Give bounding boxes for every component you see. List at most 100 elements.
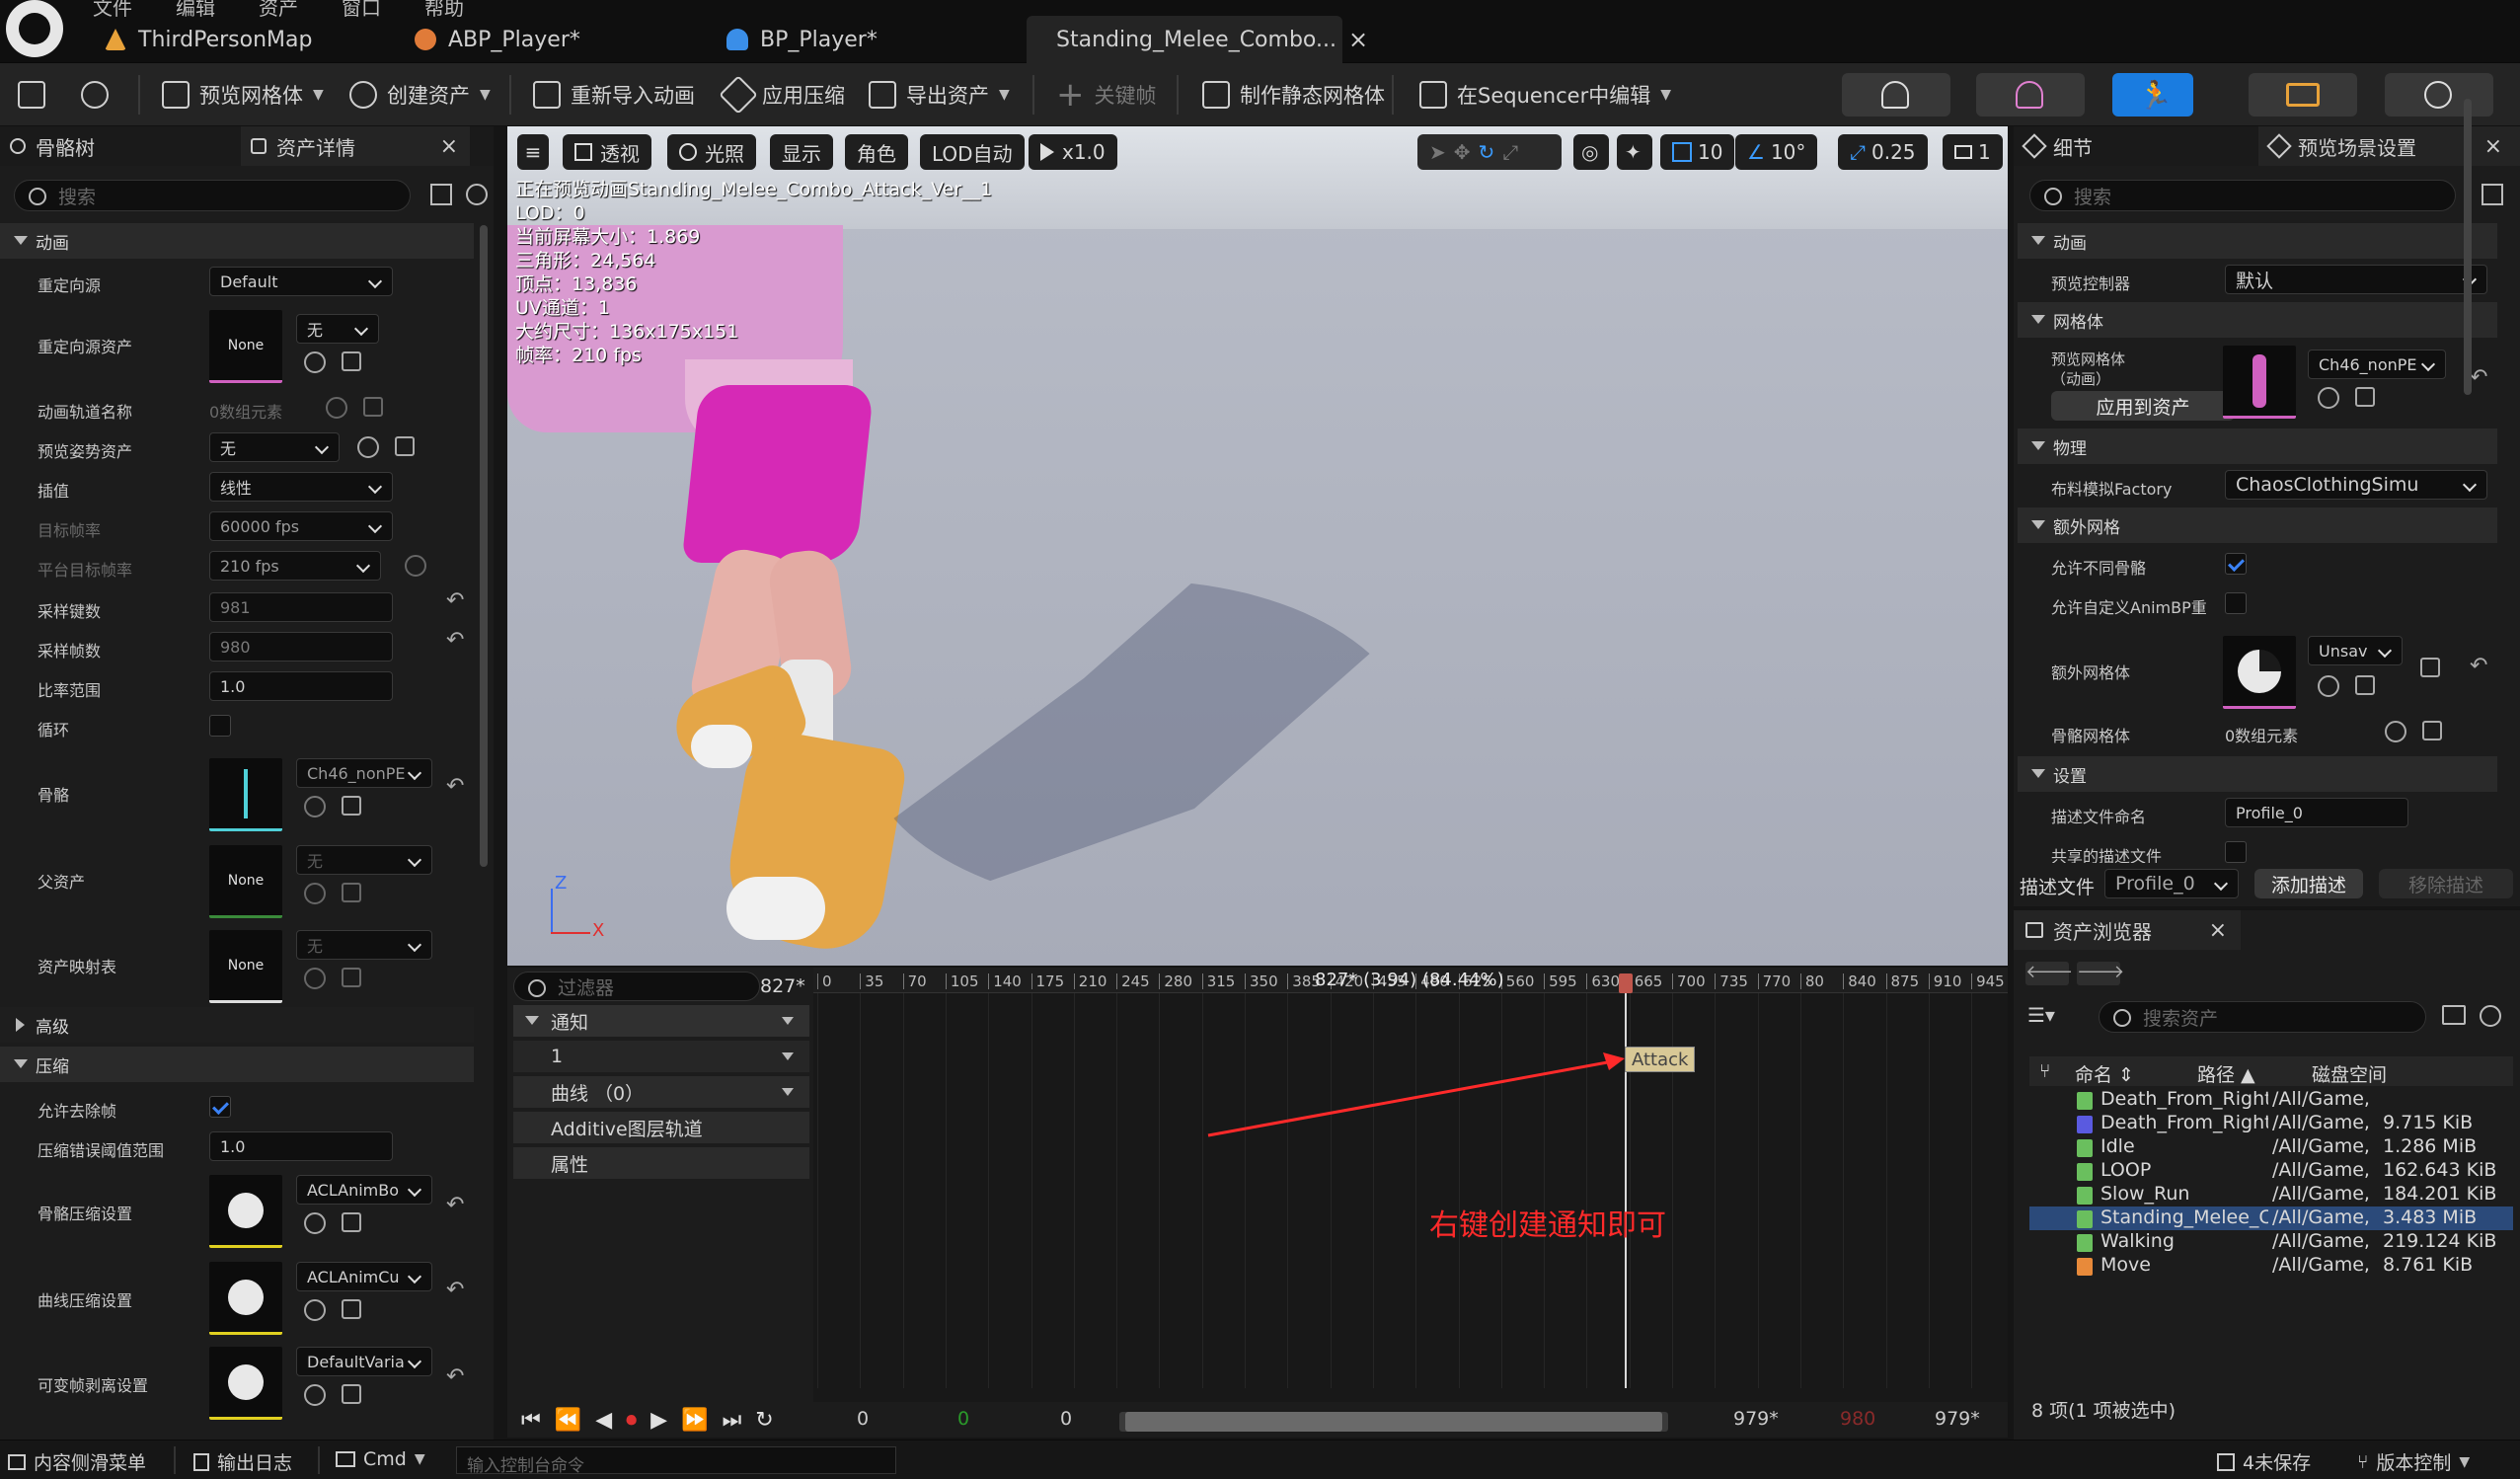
chevron-down-icon[interactable] xyxy=(782,1088,794,1096)
browse-asset-icon[interactable] xyxy=(342,1212,361,1232)
view-range-end[interactable]: 979* xyxy=(1733,1408,1779,1430)
viewport-menu-button[interactable]: ≡ xyxy=(517,134,549,170)
show-button[interactable]: 显示 xyxy=(770,134,833,170)
chevron-down-icon[interactable] xyxy=(782,1052,794,1060)
asset-search-input[interactable]: 搜索资产 xyxy=(2099,1001,2426,1033)
pose-asset-dropdown[interactable]: 无 xyxy=(209,432,340,462)
play-range-start[interactable]: 0 xyxy=(957,1408,969,1430)
browse-asset-icon[interactable] xyxy=(342,1384,361,1404)
back-arrow-icon[interactable]: 🡐 xyxy=(2025,962,2073,985)
loop-icon[interactable]: ↻ xyxy=(755,1408,773,1433)
bone-compression-thumbnail[interactable] xyxy=(209,1175,282,1248)
profile-name-field[interactable]: Profile_0 xyxy=(2225,798,2408,827)
browse-asset-icon[interactable] xyxy=(395,436,415,456)
view-range-start[interactable]: 0 xyxy=(1060,1408,1072,1430)
browse-asset-icon[interactable] xyxy=(2355,387,2375,407)
output-log-button[interactable]: 输出日志 xyxy=(193,1448,292,1475)
add-element-icon[interactable] xyxy=(326,397,347,419)
apply-compression-button[interactable]: 应用压缩 xyxy=(719,73,845,117)
edit-in-sequencer-button[interactable]: 在Sequencer中编辑 ▼ xyxy=(1419,73,1671,117)
lod-button[interactable]: LOD自动 xyxy=(920,134,1025,170)
error-threshold-field[interactable]: 1.0 xyxy=(209,1131,393,1161)
play-range-end[interactable]: 980 xyxy=(1840,1408,1875,1430)
asset-row[interactable]: Standing_Melee_Co /All/Game, 3.483 MiB xyxy=(2029,1207,2513,1230)
track-curves[interactable]: 曲线 （0） xyxy=(513,1076,809,1108)
tab-abp-player[interactable]: ABP_Player* xyxy=(397,16,598,63)
reset-arrow-icon[interactable]: ↶ xyxy=(446,1364,464,1389)
retarget-asset-thumbnail[interactable]: None xyxy=(209,310,282,383)
tab-asset-details[interactable]: 资产详情 × xyxy=(241,126,470,166)
perspective-button[interactable]: 透视 xyxy=(563,134,651,170)
blueprint-mode-button[interactable] xyxy=(2249,73,2357,117)
asset-row[interactable]: LOOP /All/Game, 162.643 KiB xyxy=(2029,1159,2513,1183)
extra-mesh-thumbnail[interactable] xyxy=(2223,636,2296,709)
table-view-icon[interactable] xyxy=(430,184,452,205)
tab-details[interactable]: 细节 xyxy=(2014,126,2251,166)
current-frame-field[interactable]: 827* xyxy=(760,975,805,997)
details-search-input[interactable]: 搜索 xyxy=(14,180,411,211)
create-asset-button[interactable]: 创建资产 ▼ xyxy=(349,73,491,117)
reimport-animation-button[interactable]: 重新导入动画 xyxy=(533,73,695,117)
timeline-filter-input[interactable]: 过滤器 xyxy=(513,972,760,1001)
make-static-mesh-button[interactable]: 制作静态网格体 xyxy=(1202,73,1385,117)
unsaved-button[interactable]: 4未保存 xyxy=(2217,1448,2311,1475)
category-extra-mesh[interactable]: 额外网格 xyxy=(2018,507,2497,543)
column-disk-size[interactable]: 磁盘空间 xyxy=(2312,1060,2387,1087)
browse-asset-icon[interactable] xyxy=(342,796,361,816)
parent-asset-thumbnail[interactable]: None xyxy=(209,845,282,918)
track-additive-layers[interactable]: Additive图层轨道 xyxy=(513,1112,809,1143)
delete-icon[interactable] xyxy=(2422,721,2442,740)
interpolation-dropdown[interactable]: 线性 xyxy=(209,472,393,502)
use-selected-icon[interactable] xyxy=(304,1212,326,1234)
close-icon[interactable]: × xyxy=(2209,918,2227,943)
preview-mesh-dropdown[interactable]: Ch46_nonPE xyxy=(2308,350,2446,379)
settings-gear-icon[interactable] xyxy=(466,184,488,205)
scene-settings-search-input[interactable]: 搜索 xyxy=(2029,180,2456,211)
skeleton-mode-button[interactable] xyxy=(1842,73,1950,117)
console-command-input[interactable]: 输入控制台命令 xyxy=(456,1446,896,1476)
use-selected-icon[interactable] xyxy=(304,1299,326,1321)
track-notifies[interactable]: 通知 xyxy=(513,1005,809,1037)
menu-window[interactable]: 窗口 xyxy=(342,0,381,21)
tab-skeleton-tree[interactable]: 骨骼树 xyxy=(0,126,237,166)
reset-arrow-icon[interactable]: ↶ xyxy=(2470,654,2487,678)
reset-arrow-icon[interactable]: ↶ xyxy=(446,1193,464,1217)
allow-custom-animbp-checkbox[interactable] xyxy=(2225,592,2247,614)
profile-dropdown[interactable]: Profile_0 xyxy=(2104,869,2239,898)
curve-compression-dropdown[interactable]: ACLAnimCu xyxy=(296,1262,432,1291)
curve-compression-thumbnail[interactable] xyxy=(209,1262,282,1335)
tab-standing-melee-combo[interactable]: Standing_Melee_Combo... × xyxy=(1027,16,1368,63)
use-selected-icon[interactable] xyxy=(357,436,379,458)
preview-controller-dropdown[interactable]: 默认 xyxy=(2225,265,2487,294)
column-name[interactable]: 命名 ⇕ xyxy=(2075,1060,2134,1087)
select-icon[interactable]: ➤ xyxy=(1429,140,1446,164)
branch-icon[interactable]: ⑂ xyxy=(2039,1060,2050,1082)
browse-asset-icon[interactable] xyxy=(2355,675,2375,695)
allow-frame-strip-checkbox[interactable] xyxy=(209,1096,231,1118)
export-asset-button[interactable]: 导出资产 ▼ xyxy=(869,73,1010,117)
asset-row[interactable]: Death_From_Right /All/Game, xyxy=(2029,1088,2513,1112)
unreal-logo-icon[interactable] xyxy=(6,0,63,57)
asset-mapping-thumbnail[interactable]: None xyxy=(209,930,282,1003)
record-icon[interactable]: ⏺ xyxy=(626,1408,637,1433)
reset-arrow-icon[interactable]: ↶ xyxy=(446,1278,464,1302)
retarget-asset-dropdown[interactable]: 无 xyxy=(296,314,379,344)
delete-icon[interactable] xyxy=(363,397,383,417)
category-compression[interactable]: 压缩 xyxy=(0,1047,474,1082)
browse-asset-icon[interactable] xyxy=(342,351,361,371)
category-advanced[interactable]: 高级 xyxy=(0,1007,474,1043)
reset-arrow-icon[interactable]: ↶ xyxy=(446,588,464,613)
category-settings[interactable]: 设置 xyxy=(2018,756,2497,792)
source-control-button[interactable]: ⑂ 版本控制 ▼ xyxy=(2357,1448,2470,1475)
shared-profile-checkbox[interactable] xyxy=(2225,841,2247,863)
range-end[interactable]: 979* xyxy=(1935,1408,1980,1430)
close-icon[interactable]: × xyxy=(440,134,458,159)
browse-asset-icon[interactable] xyxy=(342,1299,361,1319)
rotation-snap-button[interactable]: ∠ 10° xyxy=(1735,134,1818,170)
lit-button[interactable]: 光照 xyxy=(667,134,756,170)
variable-frame-dropdown[interactable]: DefaultVaria xyxy=(296,1347,432,1376)
column-path[interactable]: 路径 ▲ xyxy=(2197,1060,2255,1087)
surface-snap-icon[interactable]: ✦ xyxy=(1617,134,1652,170)
play-rate-button[interactable]: x1.0 xyxy=(1029,134,1117,170)
allow-different-skeletons-checkbox[interactable] xyxy=(2225,553,2247,575)
